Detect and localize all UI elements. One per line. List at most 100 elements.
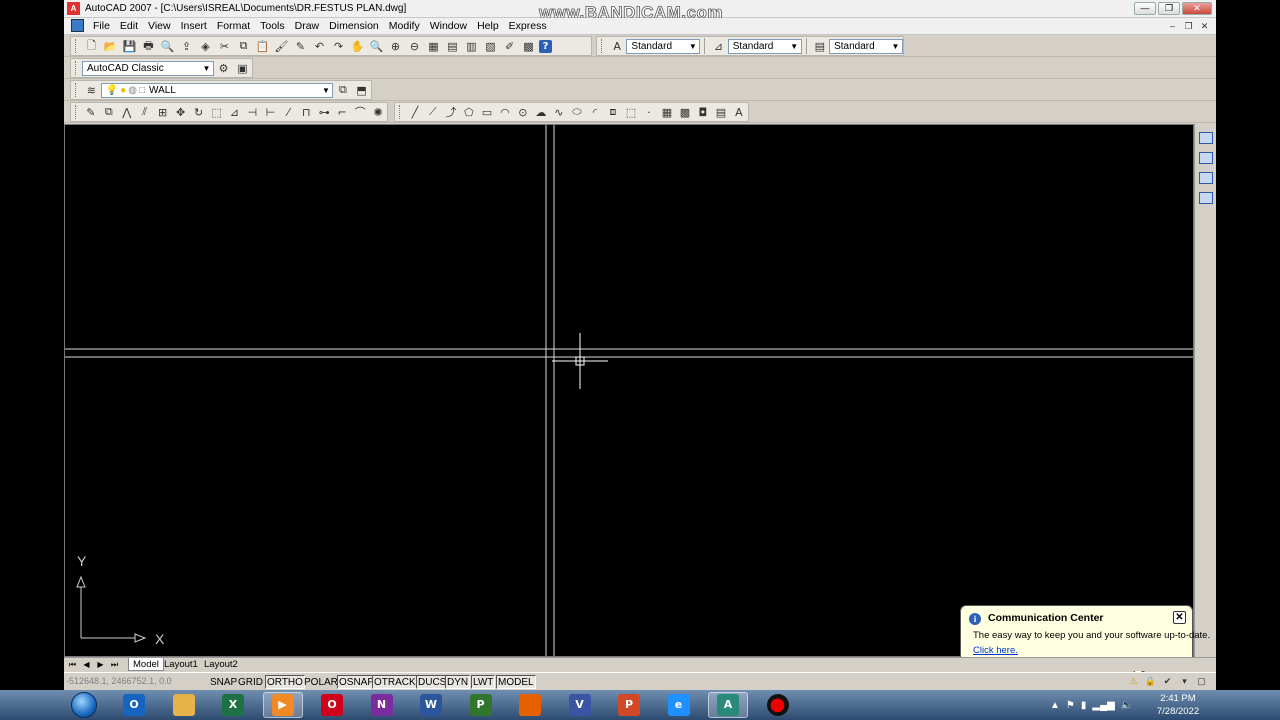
taskbar-firefox[interactable]: [510, 692, 550, 718]
block-editor-icon[interactable]: ✎: [292, 38, 309, 55]
help-icon[interactable]: ?: [539, 39, 552, 53]
explode-icon[interactable]: ✺: [370, 104, 386, 121]
menu-item-window[interactable]: Window: [425, 20, 472, 32]
next-tab-icon[interactable]: ▶: [95, 659, 106, 670]
tab-layout1[interactable]: Layout1: [160, 658, 202, 671]
menu-item-insert[interactable]: Insert: [176, 20, 212, 32]
dim-style-icon[interactable]: ⊿: [710, 38, 726, 55]
stretch-icon[interactable]: ⊿: [227, 104, 243, 121]
layer-lock-icon[interactable]: ◍: [128, 85, 137, 96]
doc-restore-button[interactable]: ❐: [1182, 20, 1195, 32]
communication-center-balloon[interactable]: i Communication Center ✕ The easy way to…: [960, 605, 1210, 679]
make-object-layer-current-icon[interactable]: ⧉: [334, 82, 351, 99]
gradient-icon[interactable]: ▩: [677, 104, 693, 121]
viewport-icon[interactable]: [1198, 172, 1213, 184]
dropdown-arrow-icon[interactable]: ▼: [200, 62, 213, 75]
dropdown-arrow-icon[interactable]: ▼: [686, 40, 699, 53]
taskbar-media-player[interactable]: ▶: [262, 692, 303, 718]
taskbar-outlook[interactable]: O: [114, 692, 154, 718]
viewport-icon[interactable]: [1198, 132, 1213, 144]
dropdown-arrow-icon[interactable]: ▼: [319, 84, 332, 97]
menu-item-file[interactable]: File: [88, 20, 115, 32]
zoom-previous-icon[interactable]: ⊖: [406, 38, 423, 55]
dropdown-arrow-icon[interactable]: ▼: [788, 40, 801, 53]
network-icon[interactable]: ▂▄▆: [1092, 700, 1114, 711]
viewport-icon[interactable]: [1198, 192, 1213, 204]
taskbar-powerpoint[interactable]: P: [609, 692, 649, 718]
document-icon[interactable]: [71, 19, 84, 32]
publish-icon[interactable]: ⇪: [178, 38, 195, 55]
battery-icon[interactable]: ▮: [1081, 700, 1087, 711]
tool-palettes-icon[interactable]: ▥: [463, 38, 480, 55]
layer-manager-icon[interactable]: ≋: [83, 82, 100, 99]
new-icon[interactable]: 🗋: [83, 38, 100, 55]
undo-icon[interactable]: ↶: [311, 38, 328, 55]
drawing-area[interactable]: Y X: [64, 124, 1194, 657]
line-icon[interactable]: ╱: [407, 104, 423, 121]
lock-toolbars-icon[interactable]: 🔒: [1144, 675, 1157, 688]
status-ortho-button[interactable]: ORTHO: [265, 675, 305, 689]
menu-item-modify[interactable]: Modify: [384, 20, 425, 32]
offset-icon[interactable]: ⫽: [137, 104, 153, 121]
workspace-settings-icon[interactable]: ⚙: [215, 60, 232, 77]
status-snap-button[interactable]: SNAP: [208, 675, 239, 689]
design-center-icon[interactable]: ▤: [444, 38, 461, 55]
layer-color-icon[interactable]: □: [139, 85, 145, 96]
table-style-select[interactable]: Standard ▼: [829, 38, 903, 54]
redo-icon[interactable]: ↷: [330, 38, 347, 55]
menu-item-view[interactable]: View: [143, 20, 176, 32]
break-icon[interactable]: ⊓: [298, 104, 314, 121]
taskbar-word[interactable]: W: [411, 692, 451, 718]
table-icon[interactable]: ▤: [713, 104, 729, 121]
point-icon[interactable]: ·: [641, 104, 657, 121]
layer-thaw-icon[interactable]: ●: [120, 85, 126, 96]
doc-minimize-button[interactable]: –: [1166, 20, 1179, 32]
last-tab-icon[interactable]: ⏭: [109, 659, 120, 670]
status-polar-button[interactable]: POLAR: [302, 675, 340, 689]
viewport-icon[interactable]: [1198, 152, 1213, 164]
communication-center-icon[interactable]: ⚠: [1127, 675, 1140, 688]
ellipse-arc-icon[interactable]: ◜: [587, 104, 603, 121]
copy-object-icon[interactable]: ⧉: [101, 104, 117, 121]
pan-icon[interactable]: ✋: [349, 38, 366, 55]
menu-item-tools[interactable]: Tools: [255, 20, 290, 32]
paste-icon[interactable]: 📋: [254, 38, 271, 55]
status-lwt-button[interactable]: LWT: [471, 675, 496, 689]
table-style-icon[interactable]: ▤: [812, 38, 828, 55]
match-properties-icon[interactable]: 🖌: [273, 38, 290, 55]
start-button[interactable]: [68, 690, 100, 720]
quickcalc-icon[interactable]: ▩: [520, 38, 537, 55]
menu-item-format[interactable]: Format: [212, 20, 255, 32]
plot-icon[interactable]: 🖶: [140, 38, 157, 55]
status-model-button[interactable]: MODEL: [496, 675, 536, 689]
taskbar-visio[interactable]: V: [560, 692, 600, 718]
layer-on-icon[interactable]: 💡: [106, 85, 118, 96]
doc-close-button[interactable]: ✕: [1198, 20, 1211, 32]
dropdown-arrow-icon[interactable]: ▼: [889, 40, 902, 53]
properties-icon[interactable]: ▦: [425, 38, 442, 55]
construction-line-icon[interactable]: ⟋: [425, 104, 441, 121]
workspace-select[interactable]: AutoCAD Classic ▼: [82, 60, 214, 76]
taskbar-autocad[interactable]: A: [708, 692, 748, 718]
hatch-icon[interactable]: ▦: [659, 104, 675, 121]
text-style-select[interactable]: Standard ▼: [626, 38, 701, 54]
arc-icon[interactable]: ◠: [497, 104, 513, 121]
menu-item-express[interactable]: Express: [504, 20, 552, 32]
rectangle-icon[interactable]: ▭: [479, 104, 495, 121]
autocad-icon[interactable]: A: [67, 2, 80, 15]
status-menu-arrow-icon[interactable]: ▾: [1178, 675, 1191, 688]
toolbar-grip[interactable]: [75, 105, 78, 119]
menu-item-edit[interactable]: Edit: [115, 20, 143, 32]
my-workspace-icon[interactable]: ▣: [234, 60, 251, 77]
taskbar-excel[interactable]: X: [213, 692, 253, 718]
break-at-point-icon[interactable]: ⁄: [280, 104, 296, 121]
revision-cloud-icon[interactable]: ☁: [533, 104, 549, 121]
erase-icon[interactable]: ✎: [83, 104, 99, 121]
taskbar-onenote[interactable]: N: [362, 692, 402, 718]
tab-model[interactable]: Model: [128, 658, 164, 671]
layer-previous-icon[interactable]: ⬒: [353, 82, 370, 99]
action-center-flag-icon[interactable]: ⚑: [1066, 700, 1075, 711]
multiline-text-icon[interactable]: A: [731, 104, 747, 121]
toolbar-grip[interactable]: [75, 83, 78, 97]
toolbar-grip[interactable]: [399, 105, 402, 119]
